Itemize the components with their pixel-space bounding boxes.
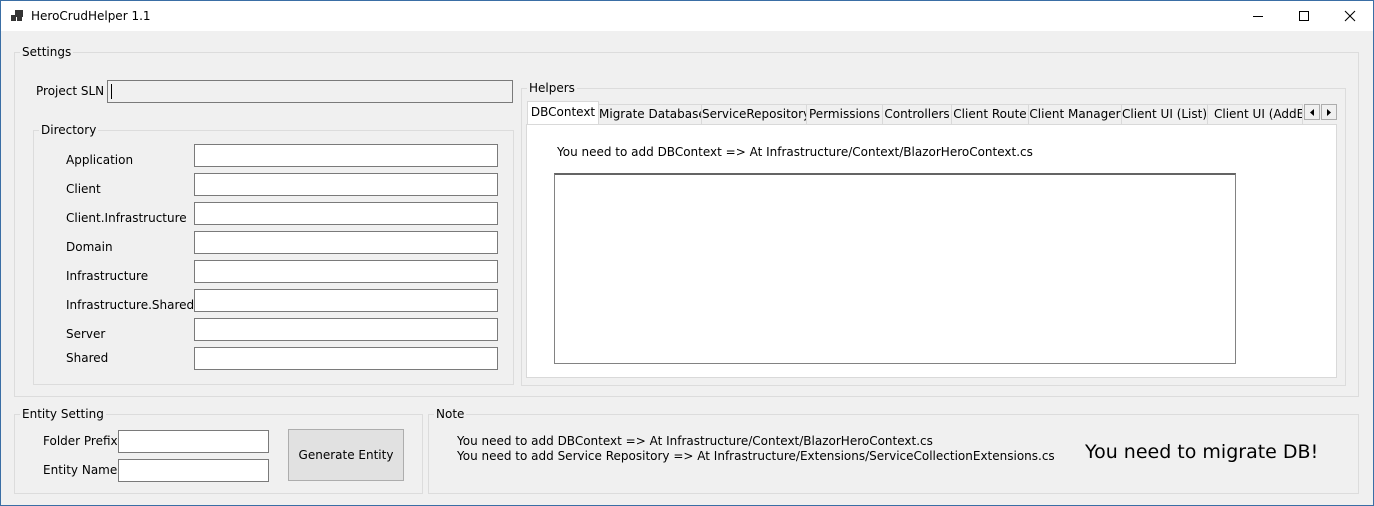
note-line-2: You need to add Service Repository => At… [457,449,1055,463]
tab-client-ui-addedit[interactable]: Client UI (AddEd [1207,104,1303,124]
domain-field[interactable] [194,231,498,254]
tab-controllers[interactable]: Controllers [882,104,952,124]
minimize-icon [1253,16,1263,17]
tab-permissions[interactable]: Permissions [806,104,883,124]
application-label: Application [66,153,134,167]
tab-migrate-database[interactable]: Migrate Database [598,104,702,124]
generate-entity-button[interactable]: Generate Entity [288,429,404,481]
client-field[interactable] [194,173,498,196]
window-title: HeroCrudHelper 1.1 [31,9,151,23]
infrastructure-field[interactable] [194,260,498,283]
minimize-button[interactable] [1235,1,1281,31]
entity-setting-group-label: Entity Setting [20,407,106,421]
folder-prefix-field[interactable] [118,430,269,453]
close-button[interactable] [1327,1,1373,31]
tab-service-repository[interactable]: ServiceRepository [701,104,807,124]
application-field[interactable] [194,144,498,167]
client-label: Client [66,182,101,196]
project-sln-label: Project SLN [36,84,105,98]
tab-client-route[interactable]: Client Route [951,104,1029,124]
maximize-icon [1299,11,1309,21]
infrastructure-shared-label: Infrastructure.Shared [66,298,195,312]
tab-scroll-left-button[interactable] [1304,104,1320,120]
note-line-1: You need to add DBContext => At Infrastr… [457,434,933,448]
note-group-label: Note [434,407,467,421]
domain-label: Domain [66,240,113,254]
main-window: HeroCrudHelper 1.1 Settings Project SLN … [0,0,1374,506]
client-infrastructure-label: Client.Infrastructure [66,211,187,225]
entity-name-field[interactable] [118,459,269,482]
server-label: Server [66,327,106,341]
dbcontext-instruction: You need to add DBContext => At Infrastr… [557,145,1033,159]
tab-client-manager[interactable]: Client Manager [1028,104,1122,124]
arrow-right-icon [1327,109,1331,116]
infrastructure-label: Infrastructure [66,269,149,283]
arrow-left-icon [1310,109,1314,116]
settings-group-label: Settings [20,45,74,59]
shared-field[interactable] [194,347,498,370]
helpers-group-label: Helpers [527,81,577,95]
server-field[interactable] [194,318,498,341]
tab-client-ui-list[interactable]: Client UI (List) [1121,104,1208,124]
title-bar[interactable]: HeroCrudHelper 1.1 [1,1,1373,31]
infrastructure-shared-field[interactable] [194,289,498,312]
dbcontext-code-textbox[interactable] [554,173,1236,364]
maximize-button[interactable] [1281,1,1327,31]
migrate-status-text: You need to migrate DB! [1085,441,1319,463]
project-sln-field[interactable] [107,80,513,103]
close-icon [1344,10,1356,22]
text-caret [111,84,112,99]
client-infrastructure-field[interactable] [194,202,498,225]
tab-scroll-right-button[interactable] [1321,104,1337,120]
app-icon [11,10,23,22]
directory-group-label: Directory [39,123,99,137]
entity-name-label: Entity Name [43,463,118,477]
tab-dbcontext[interactable]: DBContext [527,101,599,124]
folder-prefix-label: Folder Prefix [43,434,118,448]
shared-label: Shared [66,351,109,365]
